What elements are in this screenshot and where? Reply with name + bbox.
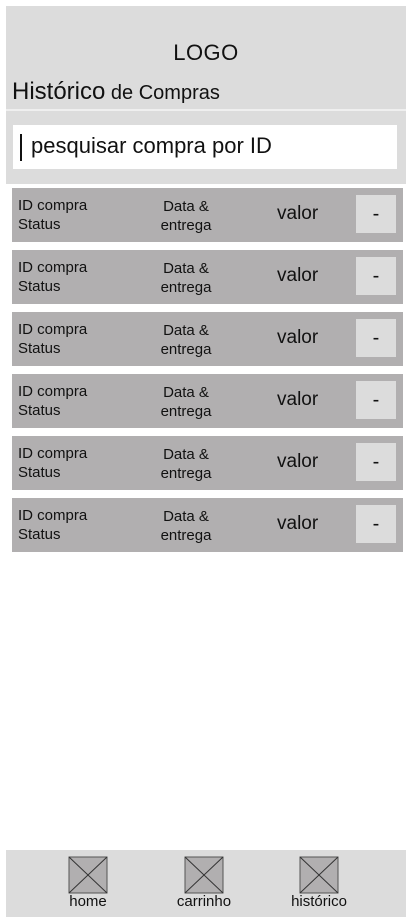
purchase-id: ID compra bbox=[18, 445, 88, 462]
purchase-date: Data & entrega bbox=[146, 321, 226, 359]
purchase-date-line2: entrega bbox=[160, 527, 212, 544]
purchase-id: ID compra bbox=[18, 383, 88, 400]
purchase-list: ID compra Status Data & entrega valor - ID… bbox=[12, 188, 403, 560]
purchase-id-status: ID compra Status bbox=[18, 444, 87, 482]
purchase-row[interactable]: ID compra Status Data & entrega valor - bbox=[12, 498, 403, 552]
bottom-nav: home carrinho histórico bbox=[6, 850, 406, 917]
collapse-button[interactable]: - bbox=[356, 505, 396, 543]
purchase-status: Status bbox=[18, 216, 61, 233]
purchase-date: Data & entrega bbox=[146, 507, 226, 545]
purchase-status: Status bbox=[18, 402, 61, 419]
purchase-id: ID compra bbox=[18, 507, 88, 524]
purchase-value: valor bbox=[277, 513, 319, 534]
collapse-button[interactable]: - bbox=[356, 319, 396, 357]
purchase-status: Status bbox=[18, 464, 61, 481]
purchase-date: Data & entrega bbox=[146, 445, 226, 483]
text-cursor bbox=[20, 134, 22, 161]
purchase-id-status: ID compra Status bbox=[18, 196, 87, 234]
purchase-value: valor bbox=[277, 451, 319, 472]
nav-historico[interactable]: histórico bbox=[269, 856, 369, 910]
purchase-row[interactable]: ID compra Status Data & entrega valor - bbox=[12, 250, 403, 304]
collapse-button[interactable]: - bbox=[356, 257, 396, 295]
collapse-button[interactable]: - bbox=[356, 381, 396, 419]
purchase-value: valor bbox=[277, 389, 319, 410]
purchase-id-status: ID compra Status bbox=[18, 382, 87, 420]
purchase-date-line1: Data & bbox=[163, 508, 209, 525]
purchase-date-line2: entrega bbox=[160, 403, 212, 420]
header-divider bbox=[6, 109, 406, 111]
purchase-date-line2: entrega bbox=[160, 217, 212, 234]
purchase-value: valor bbox=[277, 265, 319, 286]
purchase-status: Status bbox=[18, 526, 61, 543]
collapse-button[interactable]: - bbox=[356, 443, 396, 481]
purchase-date: Data & entrega bbox=[146, 197, 226, 235]
purchase-status: Status bbox=[18, 340, 61, 357]
purchase-status: Status bbox=[18, 278, 61, 295]
image-placeholder-icon bbox=[68, 856, 108, 894]
nav-home-label: home bbox=[69, 893, 107, 910]
nav-home[interactable]: home bbox=[38, 856, 138, 910]
purchase-date-line2: entrega bbox=[160, 341, 212, 358]
search-placeholder: pesquisar compra por ID bbox=[31, 133, 272, 158]
purchase-row[interactable]: ID compra Status Data & entrega valor - bbox=[12, 436, 403, 490]
purchase-id-status: ID compra Status bbox=[18, 258, 87, 296]
purchase-value: valor bbox=[277, 327, 319, 348]
purchase-id: ID compra bbox=[18, 197, 88, 214]
purchase-row[interactable]: ID compra Status Data & entrega valor - bbox=[12, 374, 403, 428]
purchase-date-line2: entrega bbox=[160, 279, 212, 296]
nav-historico-label: histórico bbox=[291, 893, 347, 910]
purchase-id: ID compra bbox=[18, 321, 88, 338]
header: LOGO Histórico de Compras pesquisar comp… bbox=[6, 6, 406, 184]
purchase-date: Data & entrega bbox=[146, 383, 226, 421]
page-title-main: Histórico bbox=[12, 78, 106, 105]
purchase-value: valor bbox=[277, 203, 319, 224]
page-title-rest: de Compras bbox=[105, 82, 220, 104]
purchase-id-status: ID compra Status bbox=[18, 320, 87, 358]
purchase-date-line1: Data & bbox=[163, 322, 209, 339]
image-placeholder-icon bbox=[184, 856, 224, 894]
purchase-date-line2: entrega bbox=[160, 465, 212, 482]
collapse-button[interactable]: - bbox=[356, 195, 396, 233]
purchase-id: ID compra bbox=[18, 259, 88, 276]
page-title: Histórico de Compras bbox=[12, 78, 220, 106]
logo: LOGO bbox=[173, 40, 239, 65]
purchase-row[interactable]: ID compra Status Data & entrega valor - bbox=[12, 312, 403, 366]
purchase-date-line1: Data & bbox=[163, 384, 209, 401]
image-placeholder-icon bbox=[299, 856, 339, 894]
purchase-date: Data & entrega bbox=[146, 259, 226, 297]
purchase-date-line1: Data & bbox=[163, 198, 209, 215]
nav-carrinho-label: carrinho bbox=[176, 893, 232, 910]
search-input[interactable]: pesquisar compra por ID bbox=[13, 125, 397, 169]
purchase-id-status: ID compra Status bbox=[18, 506, 87, 544]
purchase-date-line1: Data & bbox=[163, 260, 209, 277]
purchase-row[interactable]: ID compra Status Data & entrega valor - bbox=[12, 188, 403, 242]
purchase-date-line1: Data & bbox=[163, 446, 209, 463]
nav-carrinho[interactable]: carrinho bbox=[154, 856, 254, 910]
